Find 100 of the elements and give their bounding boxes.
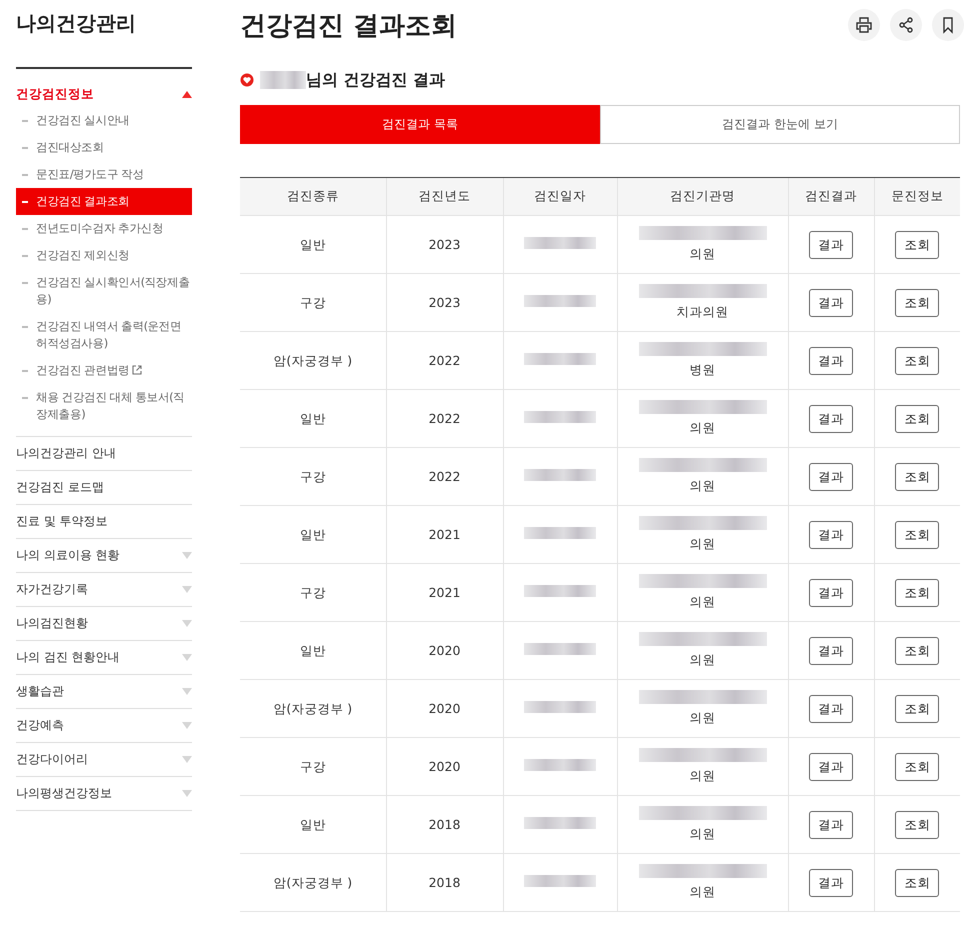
- table-cell: 2021: [386, 506, 503, 564]
- print-icon: [855, 16, 873, 34]
- result-button[interactable]: 결과: [809, 230, 853, 258]
- external-link-icon: [132, 365, 142, 375]
- redaction-blur: [524, 468, 596, 480]
- submenu-item[interactable]: 건강검진 관련법령: [16, 357, 192, 384]
- table-cell: 2020: [386, 680, 503, 738]
- redaction-blur: [524, 410, 596, 422]
- view-button[interactable]: 조회: [895, 520, 940, 548]
- table-cell: 2021: [386, 564, 503, 622]
- table-cell: 암(자궁경부 ): [240, 680, 386, 738]
- view-button[interactable]: 조회: [895, 230, 940, 258]
- submenu-item[interactable]: 건강검진 실시안내: [16, 107, 192, 134]
- tab[interactable]: 검진결과 한눈에 보기: [600, 105, 960, 144]
- view-button[interactable]: 조회: [895, 346, 940, 374]
- table-cell: 일반: [240, 216, 386, 274]
- view-button[interactable]: 조회: [895, 810, 940, 838]
- submenu-item[interactable]: 채용 건강검진 대체 통보서(직장제출용): [16, 384, 192, 428]
- table-cell: 일반: [240, 506, 386, 564]
- result-button[interactable]: 결과: [809, 810, 853, 838]
- submenu-item[interactable]: 검진대상조회: [16, 134, 192, 161]
- table-cell-text: 치과의원: [676, 302, 728, 320]
- menu-item[interactable]: 나의검진현황: [16, 606, 192, 640]
- bookmark-button[interactable]: [932, 9, 964, 41]
- menu-item[interactable]: 나의평생건강정보: [16, 776, 192, 810]
- table-cell-text: 의원: [690, 824, 716, 842]
- submenu-item[interactable]: 전년도미수검자 추가신청: [16, 215, 192, 242]
- expand-icon: [182, 688, 192, 695]
- table-cell-text: 병원: [690, 360, 716, 378]
- menu-item[interactable]: 건강예측: [16, 708, 192, 742]
- submenu-item[interactable]: 문진표/평가도구 작성: [16, 161, 192, 188]
- menu-item[interactable]: 생활습관: [16, 674, 192, 708]
- redaction-blur: [524, 758, 596, 770]
- redaction-blur: [524, 526, 596, 538]
- result-button[interactable]: 결과: [809, 636, 853, 664]
- result-button[interactable]: 결과: [809, 462, 853, 490]
- redaction-blur: [524, 816, 596, 828]
- expand-icon: [182, 790, 192, 797]
- view-button[interactable]: 조회: [895, 462, 940, 490]
- submenu-item[interactable]: 건강검진 실시확인서(직장제출용): [16, 269, 192, 313]
- column-header: 검진종류: [240, 178, 386, 216]
- menu-item[interactable]: 진료 및 투약정보: [16, 504, 192, 538]
- view-button[interactable]: 조회: [895, 868, 940, 896]
- collapse-icon: [182, 90, 192, 98]
- table-cell: 2020: [386, 622, 503, 680]
- submenu-item[interactable]: 건강검진 결과조회: [16, 188, 192, 215]
- share-button[interactable]: [890, 9, 922, 41]
- share-icon: [897, 16, 915, 34]
- table-cell-text: 의원: [690, 244, 716, 262]
- menu-item[interactable]: 자가건강기록: [16, 572, 192, 606]
- column-header: 검진일자: [503, 178, 617, 216]
- view-button[interactable]: 조회: [895, 578, 940, 606]
- menu-item[interactable]: 건강다이어리: [16, 742, 192, 776]
- redaction-blur: [524, 352, 596, 364]
- redaction-blur: [524, 874, 596, 886]
- view-button[interactable]: 조회: [895, 404, 940, 432]
- result-button[interactable]: 결과: [809, 288, 853, 316]
- table-cell: 2018: [386, 796, 503, 854]
- tab[interactable]: 검진결과 목록: [240, 105, 600, 144]
- result-button[interactable]: 결과: [809, 520, 853, 548]
- expand-icon: [182, 756, 192, 763]
- table-cell-text: 의원: [690, 418, 716, 436]
- table-cell: 일반: [240, 796, 386, 854]
- result-button[interactable]: 결과: [809, 694, 853, 722]
- menu-item[interactable]: 나의건강관리 안내: [16, 436, 192, 470]
- menu-item[interactable]: 나의 검진 현황안내: [16, 640, 192, 674]
- redaction-blur: [524, 642, 596, 654]
- table-cell: 2023: [386, 274, 503, 332]
- view-button[interactable]: 조회: [895, 636, 940, 664]
- result-button[interactable]: 결과: [809, 578, 853, 606]
- view-button[interactable]: 조회: [895, 288, 940, 316]
- expand-icon: [182, 586, 192, 593]
- column-header: 검진기관명: [617, 178, 788, 216]
- column-header: 검진결과: [788, 178, 874, 216]
- menu-item[interactable]: 건강검진 로드맵: [16, 470, 192, 504]
- submenu-item[interactable]: 건강검진 제외신청: [16, 242, 192, 269]
- table-cell: 암(자궁경부 ): [240, 854, 386, 912]
- table-cell: 2023: [386, 216, 503, 274]
- redaction-blur: [524, 294, 596, 306]
- table-cell-text: 의원: [690, 882, 716, 900]
- table-cell: 구강: [240, 564, 386, 622]
- section-header[interactable]: 건강검진정보: [16, 81, 192, 107]
- print-button[interactable]: [848, 9, 880, 41]
- expand-icon: [182, 654, 192, 661]
- view-button[interactable]: 조회: [895, 694, 940, 722]
- redaction-blur: [524, 584, 596, 596]
- menu-item[interactable]: 나의 의료이용 현황: [16, 538, 192, 572]
- table-cell: 암(자궁경부 ): [240, 332, 386, 390]
- table-cell-text: 의원: [690, 766, 716, 784]
- table-cell-text: 의원: [690, 534, 716, 552]
- result-button[interactable]: 결과: [809, 752, 853, 780]
- table-cell: 2022: [386, 448, 503, 506]
- result-button[interactable]: 결과: [809, 346, 853, 374]
- result-button[interactable]: 결과: [809, 868, 853, 896]
- table-cell: 일반: [240, 390, 386, 448]
- expand-icon: [182, 552, 192, 559]
- submenu-item[interactable]: 건강검진 내역서 출력(운전면허적성검사용): [16, 313, 192, 357]
- view-button[interactable]: 조회: [895, 752, 940, 780]
- redaction-blur: [524, 236, 596, 248]
- result-button[interactable]: 결과: [809, 404, 853, 432]
